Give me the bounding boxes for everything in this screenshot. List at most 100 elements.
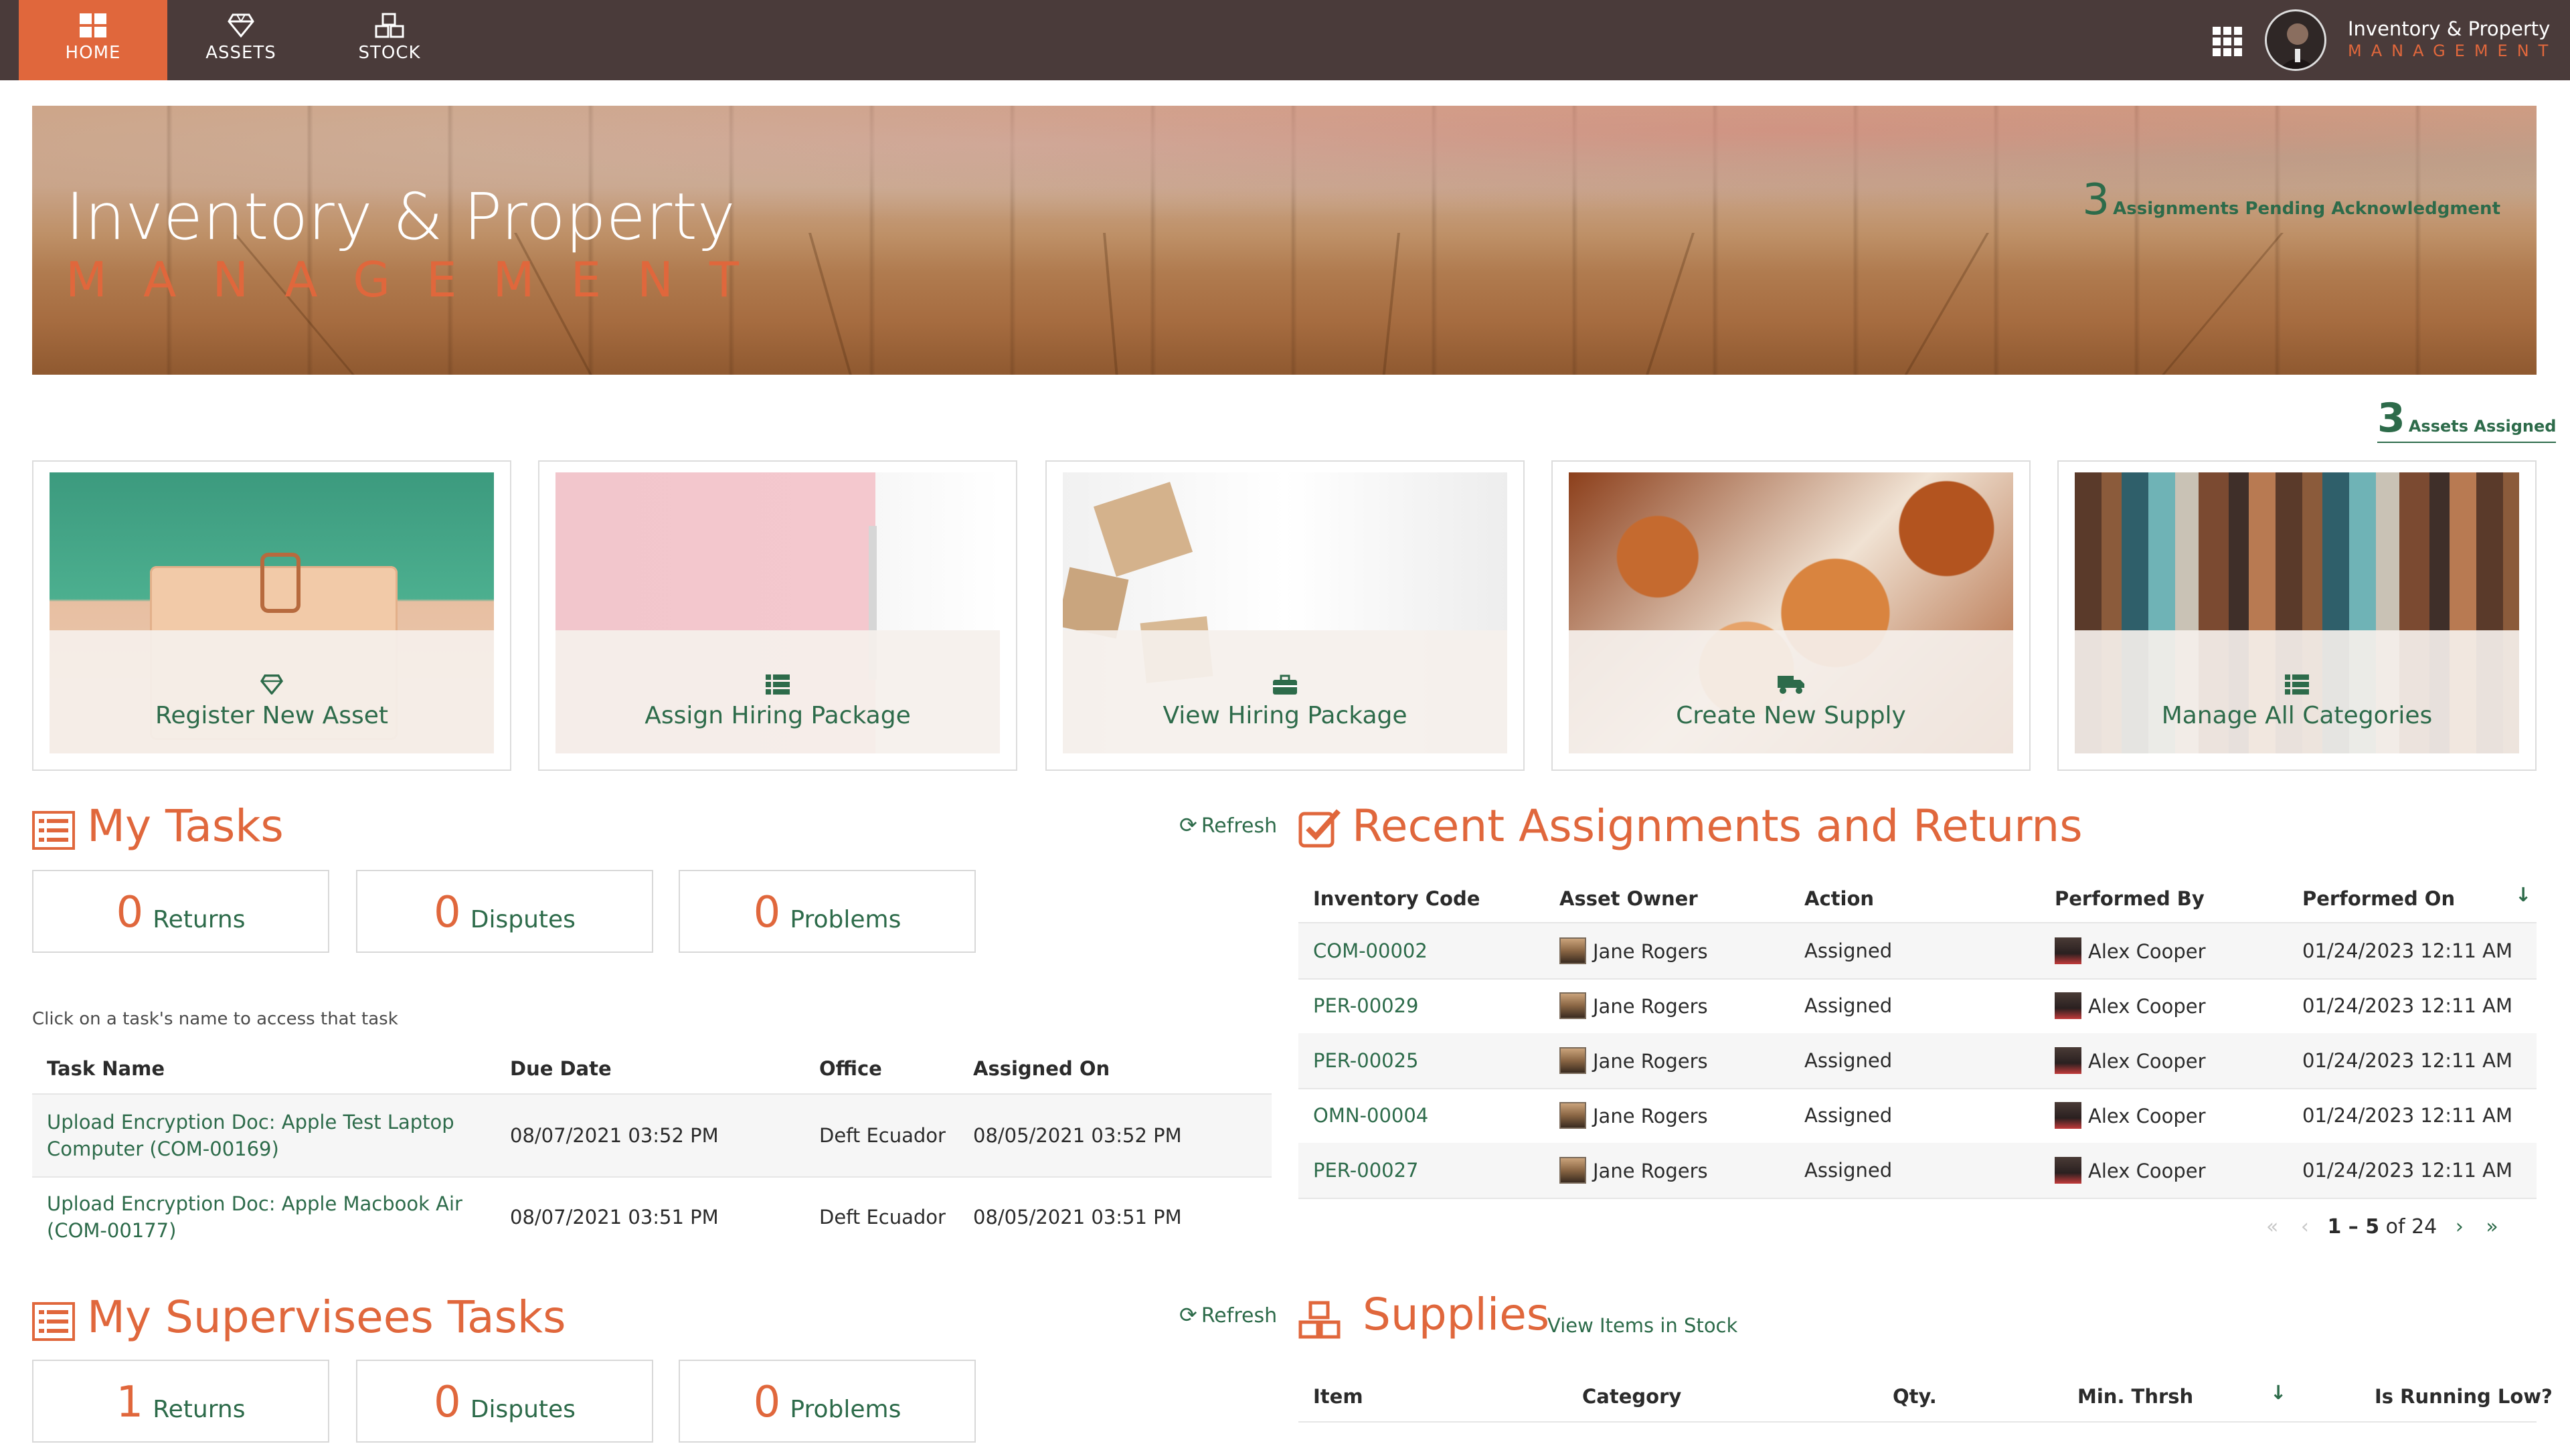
card-image: Assign Hiring Package <box>555 472 1000 753</box>
col-qty[interactable]: Qty. <box>1893 1385 1937 1408</box>
avatar <box>2055 1157 2081 1184</box>
pending-count: 3 <box>2082 175 2110 225</box>
task-name-link[interactable]: Upload Encryption Doc: Apple Test Laptop <box>47 1111 454 1133</box>
assets-assigned-count: 3 <box>2377 395 2405 442</box>
refresh-label: Refresh <box>1201 814 1278 838</box>
pending-acknowledgment[interactable]: 3 Assignments Pending Acknowledgment <box>2082 175 2500 225</box>
nav-home[interactable]: HOME <box>19 0 167 80</box>
col-min-thrsh[interactable]: Min. Thrsh <box>2077 1385 2193 1408</box>
grid-icon <box>19 9 167 41</box>
briefcase-icon <box>1063 674 1507 695</box>
my-tasks-refresh[interactable]: ⟳ Refresh <box>1179 812 1277 838</box>
supervisees-problems[interactable]: 0 Problems <box>679 1360 976 1443</box>
col-assigned-on[interactable]: Assigned On <box>973 1057 1110 1080</box>
owner-name: Jane Rogers <box>1593 940 1708 963</box>
tasks-hint: Click on a task's name to access that ta… <box>32 1009 398 1029</box>
card-view-hiring-package[interactable]: View Hiring Package <box>1045 460 1525 771</box>
card-create-new-supply[interactable]: Create New Supply <box>1551 460 2031 771</box>
card-manage-all-categories[interactable]: Manage All Categories <box>2057 460 2537 771</box>
performed-by: Alex Cooper <box>2055 992 2206 1021</box>
recent-title: Recent Assignments and Returns <box>1352 800 2083 852</box>
task-name-link[interactable]: Upload Encryption Doc: Apple Macbook Air <box>47 1192 462 1215</box>
col-task-name[interactable]: Task Name <box>47 1057 165 1080</box>
nav-assets[interactable]: ASSETS <box>167 0 315 80</box>
col-inventory-code[interactable]: Inventory Code <box>1313 887 1480 910</box>
view-items-in-stock-link[interactable]: View Items in Stock <box>1547 1314 1737 1337</box>
sort-desc-icon[interactable]: ↓ <box>2270 1381 2286 1404</box>
action-value: Assigned <box>1804 939 1893 962</box>
action-value: Assigned <box>1804 1159 1893 1182</box>
apps-grid-icon[interactable] <box>2213 27 2242 56</box>
avatar <box>1559 1102 1586 1129</box>
inventory-code-link[interactable]: OMN-00004 <box>1313 1104 1428 1127</box>
my-tasks-problems[interactable]: 0 Problems <box>679 870 976 953</box>
supervisees-refresh[interactable]: ⟳ Refresh <box>1179 1302 1277 1328</box>
nav-stock-label: STOCK <box>358 43 421 63</box>
nav-stock[interactable]: STOCK <box>316 0 463 80</box>
brand-logo[interactable]: Inventory & Property MANAGEMENT <box>2348 17 2569 60</box>
avatar <box>2055 937 2081 964</box>
inventory-code-link[interactable]: COM-00002 <box>1313 939 1428 962</box>
col-item[interactable]: Item <box>1313 1385 1363 1408</box>
cubes-icon <box>1298 1301 1341 1342</box>
my-tasks-returns[interactable]: 0 Returns <box>32 870 329 953</box>
task-list-icon <box>32 1302 75 1344</box>
avatar <box>2055 992 2081 1019</box>
asset-owner: Jane Rogers <box>1559 937 1708 966</box>
card-label: Assign Hiring Package <box>645 702 911 729</box>
my-tasks-disputes[interactable]: 0 Disputes <box>356 870 653 953</box>
col-action[interactable]: Action <box>1804 887 1874 910</box>
first-page-icon[interactable]: « <box>2266 1215 2278 1239</box>
col-performed-on[interactable]: Performed On <box>2302 887 2455 910</box>
supervisees-returns[interactable]: 1 Returns <box>32 1360 329 1443</box>
inventory-code-link[interactable]: PER-00027 <box>1313 1159 1419 1182</box>
check-square-icon <box>1298 807 1343 851</box>
hero-subtitle: MANAGEMENT <box>66 252 775 308</box>
user-avatar[interactable] <box>2265 9 2326 71</box>
page-total: of 24 <box>2385 1215 2437 1239</box>
card-register-new-asset[interactable]: Register New Asset <box>32 460 511 771</box>
counter-label: Problems <box>790 905 902 933</box>
performed-on: 01/24/2023 12:11 AM <box>2302 994 2513 1017</box>
inventory-code-link[interactable]: PER-00025 <box>1313 1049 1419 1072</box>
col-office[interactable]: Office <box>819 1057 882 1080</box>
performer-name: Alex Cooper <box>2088 1050 2206 1073</box>
asset-owner: Jane Rogers <box>1559 992 1708 1021</box>
col-category[interactable]: Category <box>1582 1385 1681 1408</box>
task-due: 08/07/2021 03:51 PM <box>510 1206 719 1228</box>
task-assigned: 08/05/2021 03:51 PM <box>973 1206 1182 1228</box>
assets-assigned-link[interactable]: 3 Assets Assigned <box>2377 395 2557 443</box>
supervisees-disputes[interactable]: 0 Disputes <box>356 1360 653 1443</box>
owner-name: Jane Rogers <box>1593 995 1708 1018</box>
counter-value: 0 <box>753 888 781 937</box>
card-image: View Hiring Package <box>1063 472 1507 753</box>
card-label: View Hiring Package <box>1163 702 1407 729</box>
card-assign-hiring-package[interactable]: Assign Hiring Package <box>538 460 1017 771</box>
col-is-running-low[interactable]: Is Running Low? <box>2375 1385 2553 1408</box>
sort-desc-icon[interactable]: ↓ <box>2515 883 2531 906</box>
task-name-link-line2[interactable]: Computer (COM-00169) <box>47 1138 279 1160</box>
prev-page-icon[interactable]: ‹ <box>2301 1215 2309 1239</box>
assets-assigned-text: Assets Assigned <box>2408 417 2557 436</box>
counter-label: Disputes <box>470 905 576 933</box>
task-name-link-line2[interactable]: (COM-00177) <box>47 1219 176 1242</box>
truck-icon <box>1569 674 2013 695</box>
brand-line-1: Inventory & Property <box>2348 17 2551 40</box>
page-range: 1 – 5 <box>2327 1215 2380 1239</box>
hero-title: Inventory & Property <box>66 179 736 254</box>
performer-name: Alex Cooper <box>2088 1160 2206 1182</box>
last-page-icon[interactable]: » <box>2486 1215 2498 1239</box>
pagination: « ‹ 1 – 5 of 24 › » <box>2266 1215 2498 1239</box>
counter-value: 0 <box>116 888 144 937</box>
top-navbar: HOME ASSETS STOCK Inventory & Property M… <box>0 0 2570 80</box>
card-label: Create New Supply <box>1676 702 1906 729</box>
counter-value: 1 <box>116 1378 144 1427</box>
col-performed-by[interactable]: Performed By <box>2055 887 2205 910</box>
next-page-icon[interactable]: › <box>2456 1215 2464 1239</box>
col-asset-owner[interactable]: Asset Owner <box>1559 887 1698 910</box>
inventory-code-link[interactable]: PER-00029 <box>1313 994 1419 1017</box>
counter-label: Returns <box>153 1395 246 1423</box>
list-icon <box>2075 674 2519 695</box>
col-due-date[interactable]: Due Date <box>510 1057 612 1080</box>
refresh-label: Refresh <box>1201 1304 1278 1328</box>
